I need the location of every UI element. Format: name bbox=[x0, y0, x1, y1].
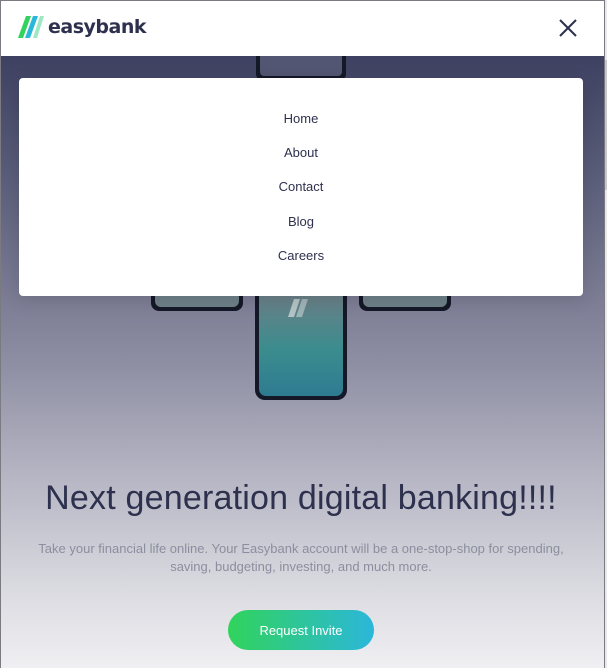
menu-item-contact[interactable]: Contact bbox=[19, 179, 583, 194]
logo-text: easybank bbox=[48, 16, 147, 38]
site-header: easybank bbox=[1, 1, 604, 56]
menu-item-careers[interactable]: Careers bbox=[19, 248, 583, 263]
easybank-logo[interactable]: easybank bbox=[18, 15, 147, 39]
request-invite-button[interactable]: Request Invite bbox=[228, 610, 374, 650]
logo-mark-icon bbox=[18, 16, 44, 38]
close-menu-button[interactable] bbox=[554, 14, 582, 42]
page-frame: easybank Home About Contact Blog Careers… bbox=[0, 0, 605, 668]
hero-headline: Next generation digital banking!!!! bbox=[45, 479, 557, 517]
menu-item-about[interactable]: About bbox=[19, 145, 583, 160]
close-icon bbox=[559, 19, 577, 37]
phone-logo-icon bbox=[288, 299, 308, 317]
phone-mockup-top bbox=[256, 56, 346, 80]
menu-item-blog[interactable]: Blog bbox=[19, 214, 583, 229]
mobile-nav-menu: Home About Contact Blog Careers bbox=[19, 78, 583, 296]
hero-subtext: Take your financial life online. Your Ea… bbox=[38, 541, 564, 574]
menu-item-home[interactable]: Home bbox=[19, 111, 583, 126]
